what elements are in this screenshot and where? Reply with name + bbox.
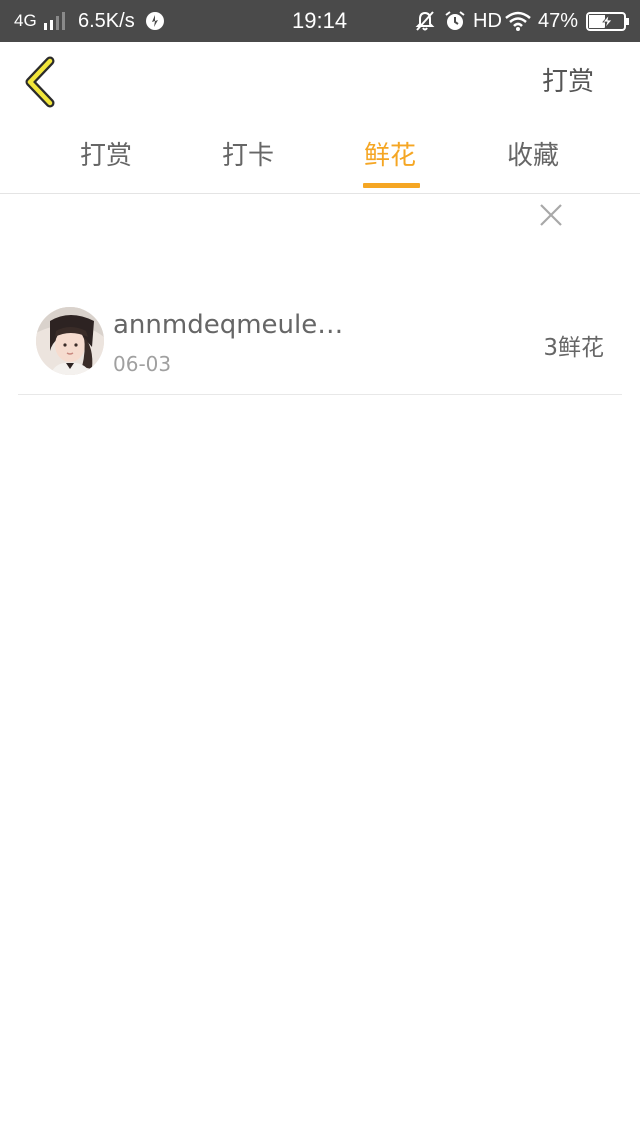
wifi-icon	[505, 11, 531, 31]
tab-bar: 打赏 打卡 鲜花 收藏	[0, 122, 640, 194]
active-tab-indicator	[363, 183, 420, 188]
tab-reward[interactable]: 打赏	[36, 122, 176, 192]
flower-count: 3鲜花	[543, 335, 604, 361]
avatar[interactable]	[36, 307, 104, 375]
tab-flowers[interactable]: 鲜花	[320, 122, 460, 192]
record-date: 06-03	[113, 352, 172, 376]
battery-percent: 47%	[538, 10, 579, 32]
close-icon[interactable]	[536, 200, 566, 230]
status-bar: 4G 6.5K/s 19:14 HD 47%	[0, 0, 640, 42]
data-saver-icon	[146, 12, 164, 30]
clock: 19:14	[292, 8, 348, 33]
tab-favorites[interactable]: 收藏	[463, 122, 603, 192]
navigation-bar: 打赏	[0, 42, 640, 122]
alarm-icon	[445, 11, 465, 30]
signal-icon	[44, 12, 65, 30]
network-speed: 6.5K/s	[78, 10, 135, 32]
battery-charging-icon	[586, 12, 629, 31]
username: annmdeqmeule…	[113, 310, 344, 340]
mute-bell-icon	[415, 11, 435, 31]
reward-button[interactable]: 打赏	[542, 42, 594, 122]
list-item[interactable]: annmdeqmeule… 06-03 3鲜花	[18, 288, 622, 395]
avatar-image	[36, 307, 104, 375]
hd-indicator: HD	[473, 10, 502, 32]
tab-checkin[interactable]: 打卡	[178, 122, 318, 192]
network-type: 4G	[14, 11, 37, 30]
back-arrow-icon[interactable]	[18, 56, 64, 108]
